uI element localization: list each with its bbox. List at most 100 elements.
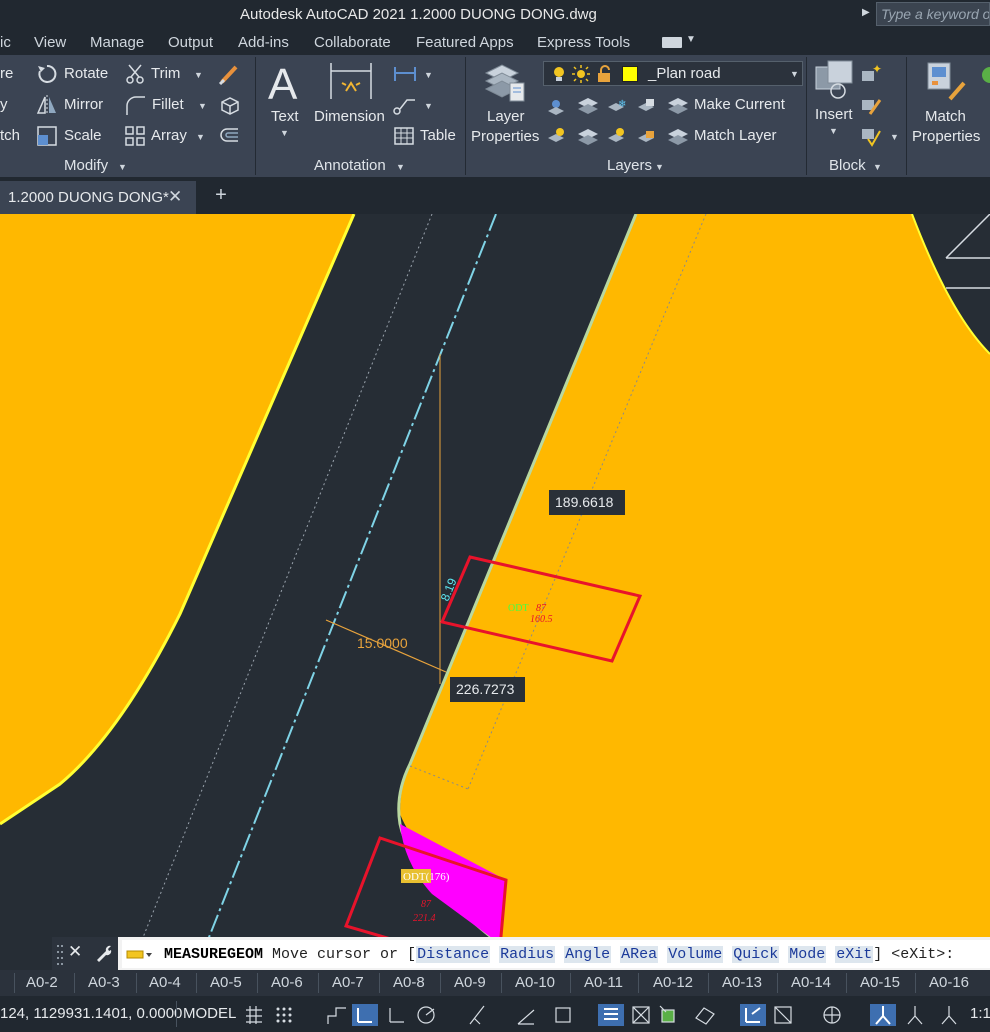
linear-dropdown-icon[interactable]: ▼ xyxy=(424,70,433,80)
block-attributes-icon[interactable] xyxy=(860,125,882,147)
create-block-icon[interactable]: ✦ xyxy=(860,63,882,85)
document-tab[interactable]: 1.2000 DUONG DONG* ✕ xyxy=(0,181,196,214)
table-button[interactable]: Table xyxy=(420,127,456,144)
modify-panel-title[interactable]: Modify xyxy=(64,157,108,174)
option-volume[interactable]: Volume xyxy=(667,946,724,963)
layer-tools-row-2[interactable] xyxy=(546,126,666,148)
option-angle[interactable]: Angle xyxy=(564,946,612,963)
block-attributes-dropdown-icon[interactable]: ▼ xyxy=(890,132,899,142)
command-line[interactable]: ✕ MEASUREGEOM Move cursor or [Distance R… xyxy=(52,937,990,970)
block-panel-expand-icon[interactable]: ▼ xyxy=(873,162,882,172)
rotate-icon[interactable] xyxy=(36,63,58,85)
mirror-icon[interactable] xyxy=(36,94,58,116)
make-current-button[interactable]: Make Current xyxy=(694,96,785,113)
trim-button[interactable]: Trim xyxy=(151,65,180,82)
option-distance[interactable]: Distance xyxy=(416,946,491,963)
dimension-icon[interactable] xyxy=(328,61,374,101)
chevron-down-icon[interactable]: ▼ xyxy=(686,34,696,45)
match-properties-line1[interactable]: Match xyxy=(925,108,966,125)
insert-button[interactable]: Insert xyxy=(815,106,853,123)
layout-tab[interactable]: A0-14 xyxy=(791,974,831,991)
ribbon-minimize-icon[interactable] xyxy=(662,37,682,48)
grip-icon[interactable] xyxy=(56,943,64,965)
explode-icon[interactable] xyxy=(218,94,240,116)
trim-dropdown-icon[interactable]: ▼ xyxy=(194,70,203,80)
current-layer-name[interactable]: _Plan road xyxy=(648,65,721,82)
close-command-icon[interactable]: ✕ xyxy=(68,942,82,962)
tab-graphic[interactable]: ic xyxy=(0,34,11,51)
make-current-icon[interactable] xyxy=(666,93,690,117)
block-panel-title[interactable]: Block xyxy=(829,157,866,174)
insert-icon[interactable] xyxy=(814,59,856,101)
layout-tab[interactable]: A0-7 xyxy=(332,974,364,991)
array-icon[interactable] xyxy=(124,125,146,147)
annotation-panel-expand-icon[interactable]: ▼ xyxy=(396,162,405,172)
sun-icon[interactable] xyxy=(572,65,590,83)
command-input[interactable]: MEASUREGEOM Move cursor or [Distance Rad… xyxy=(122,940,990,968)
model-space-button[interactable]: MODEL xyxy=(176,1001,238,1027)
layout-tab[interactable]: A0-15 xyxy=(860,974,900,991)
modify-panel-expand-icon[interactable]: ▼ xyxy=(118,162,127,172)
array-dropdown-icon[interactable]: ▼ xyxy=(196,132,205,142)
trim-icon[interactable] xyxy=(124,63,146,85)
copy-label-cut[interactable]: y xyxy=(0,96,8,113)
scale-icon[interactable] xyxy=(36,125,58,147)
tab-featured-apps[interactable]: Featured Apps xyxy=(416,34,514,51)
layer-dropdown[interactable]: _Plan road ▼ xyxy=(543,61,803,86)
array-button[interactable]: Array xyxy=(151,127,187,144)
layer-properties-icon[interactable] xyxy=(482,59,528,105)
option-exit[interactable]: eXit xyxy=(835,946,874,963)
tab-express-tools[interactable]: Express Tools xyxy=(537,34,630,51)
layer-properties-line2[interactable]: Properties xyxy=(471,128,539,145)
color-wheel-icon[interactable] xyxy=(980,65,990,85)
text-dropdown-icon[interactable]: ▼ xyxy=(280,128,289,138)
mirror-button[interactable]: Mirror xyxy=(64,96,103,113)
search-expand-icon[interactable]: ▶ xyxy=(862,7,870,18)
status-toggle-icons[interactable] xyxy=(244,1004,970,1026)
text-button[interactable]: Text xyxy=(271,108,299,125)
edit-block-icon[interactable] xyxy=(860,94,882,116)
annotation-scale[interactable]: 1:1 xyxy=(970,1005,990,1022)
match-layer-button[interactable]: Match Layer xyxy=(694,127,777,144)
offset-icon[interactable] xyxy=(218,125,240,147)
text-icon[interactable]: A xyxy=(266,61,304,105)
layers-panel-title[interactable]: Layers xyxy=(607,157,652,174)
option-area[interactable]: ARea xyxy=(620,946,659,963)
layer-dropdown-arrow-icon[interactable]: ▼ xyxy=(790,69,799,79)
tab-collaborate[interactable]: Collaborate xyxy=(314,34,391,51)
match-layer-icon[interactable] xyxy=(666,124,690,148)
match-properties-line2[interactable]: Properties xyxy=(912,128,980,145)
lightbulb-icon[interactable] xyxy=(550,65,568,83)
search-input[interactable]: Type a keyword or xyxy=(876,2,990,26)
option-quick[interactable]: Quick xyxy=(732,946,780,963)
layout-tab[interactable]: A0-12 xyxy=(653,974,693,991)
layout-tab[interactable]: A0-3 xyxy=(88,974,120,991)
coordinates-readout[interactable]: 124, 1129931.1401, 0.0000 xyxy=(0,1005,182,1022)
layout-tab[interactable]: A0-10 xyxy=(515,974,555,991)
tab-add-ins[interactable]: Add-ins xyxy=(238,34,289,51)
document-tab-label[interactable]: 1.2000 DUONG DONG* xyxy=(8,189,169,206)
insert-dropdown-icon[interactable]: ▼ xyxy=(829,126,838,136)
layout-tab[interactable]: A0-13 xyxy=(722,974,762,991)
layout-tab[interactable]: A0-5 xyxy=(210,974,242,991)
layer-tools-row-1[interactable]: ❄ xyxy=(546,95,666,117)
layout-tab[interactable]: A0-11 xyxy=(584,974,623,991)
layout-tab[interactable]: A0-9 xyxy=(454,974,486,991)
layout-tab[interactable]: A0-4 xyxy=(149,974,181,991)
linear-dimension-icon[interactable] xyxy=(393,63,417,85)
layout-tab[interactable]: A0-6 xyxy=(271,974,303,991)
layout-tab[interactable]: A0-2 xyxy=(26,974,58,991)
layout-tab[interactable]: A0-16 xyxy=(929,974,969,991)
dimension-button[interactable]: Dimension xyxy=(314,108,385,125)
layers-panel-expand-icon[interactable]: ▼ xyxy=(655,162,664,172)
tab-manage[interactable]: Manage xyxy=(90,34,144,51)
tab-output[interactable]: Output xyxy=(168,34,213,51)
annotation-panel-title[interactable]: Annotation xyxy=(314,157,386,174)
fillet-button[interactable]: Fillet xyxy=(152,96,184,113)
match-properties-icon[interactable] xyxy=(924,59,968,103)
unlock-icon[interactable] xyxy=(596,65,614,83)
drawing-svg[interactable]: 15.0000 8.19 ODT 87 160.5 ODT(176) 87 22… xyxy=(0,214,990,970)
leader-dropdown-icon[interactable]: ▼ xyxy=(424,101,433,111)
measure-tool-icon[interactable] xyxy=(126,949,152,961)
table-icon[interactable] xyxy=(393,125,415,147)
